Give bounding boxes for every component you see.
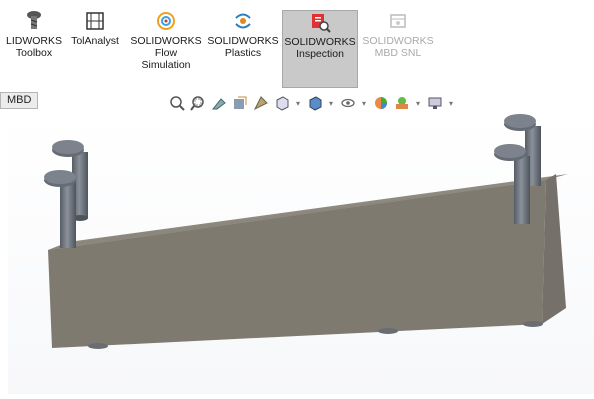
tolerance-icon — [84, 10, 106, 32]
flow-label-2: Flow — [154, 47, 178, 59]
inspection-button[interactable]: SOLIDWORKS Inspection — [282, 10, 358, 88]
foot — [523, 321, 543, 327]
toolbox-label-2: Toolbox — [15, 47, 53, 59]
part-model-3d — [44, 114, 568, 349]
tolanalyst-button[interactable]: TolAnalyst — [66, 10, 124, 88]
toolbox-button[interactable]: LIDWORKS Toolbox — [4, 10, 64, 88]
flow-label-3: Simulation — [141, 59, 191, 71]
part-side-face — [542, 174, 566, 324]
zoom-to-area-icon[interactable] — [189, 94, 207, 112]
graphics-viewport[interactable] — [8, 112, 594, 394]
pin-left-front — [44, 170, 76, 248]
mbd-snl-icon — [387, 10, 409, 32]
mbd-snl-label-1: SOLIDWORKS — [362, 35, 434, 47]
chevron-down-icon[interactable]: ▾ — [447, 94, 455, 112]
chevron-down-icon[interactable]: ▾ — [327, 94, 335, 112]
chevron-down-icon[interactable]: ▾ — [414, 94, 422, 112]
heads-up-view-toolbar: ▾ ▾ ▾ ▾ ▾ — [168, 93, 459, 113]
flow-icon — [155, 10, 177, 32]
inspection-icon — [309, 11, 331, 33]
display-style-icon[interactable] — [306, 94, 324, 112]
tab-mbd[interactable]: MBD — [0, 92, 38, 109]
mbd-snl-button[interactable]: SOLIDWORKS MBD SNL — [360, 10, 436, 88]
previous-view-icon[interactable] — [210, 94, 228, 112]
apply-scene-icon[interactable] — [393, 94, 411, 112]
view-settings-icon[interactable] — [426, 94, 444, 112]
zoom-to-fit-icon[interactable] — [168, 94, 186, 112]
part-front-face — [48, 180, 546, 348]
inspection-label-1: SOLIDWORKS — [284, 36, 356, 48]
plastics-button[interactable]: SOLIDWORKS Plastics — [206, 10, 280, 88]
flow-simulation-button[interactable]: SOLIDWORKS Flow Simulation — [128, 10, 204, 88]
hide-show-icon[interactable] — [339, 94, 357, 112]
command-manager-ribbon: LIDWORKS Toolbox TolAnalyst SOLIDWORKS F… — [0, 0, 594, 90]
foot — [378, 328, 398, 334]
edit-appearance-icon[interactable] — [372, 94, 390, 112]
dynamic-annotation-icon[interactable] — [252, 94, 270, 112]
section-view-icon[interactable] — [231, 94, 249, 112]
foot — [88, 343, 108, 349]
mbd-snl-label-2: MBD SNL — [374, 47, 422, 59]
plastics-label-2: Plastics — [224, 47, 262, 59]
chevron-down-icon[interactable]: ▾ — [360, 94, 368, 112]
screw-icon — [23, 10, 45, 32]
flow-label-1: SOLIDWORKS — [130, 35, 202, 47]
toolbox-label-1: LIDWORKS — [5, 35, 62, 47]
plastics-icon — [232, 10, 254, 32]
plastics-label-1: SOLIDWORKS — [207, 35, 279, 47]
view-orientation-icon[interactable] — [273, 94, 291, 112]
tolanalyst-label: TolAnalyst — [71, 35, 119, 47]
inspection-label-2: Inspection — [296, 48, 344, 60]
chevron-down-icon[interactable]: ▾ — [294, 94, 302, 112]
